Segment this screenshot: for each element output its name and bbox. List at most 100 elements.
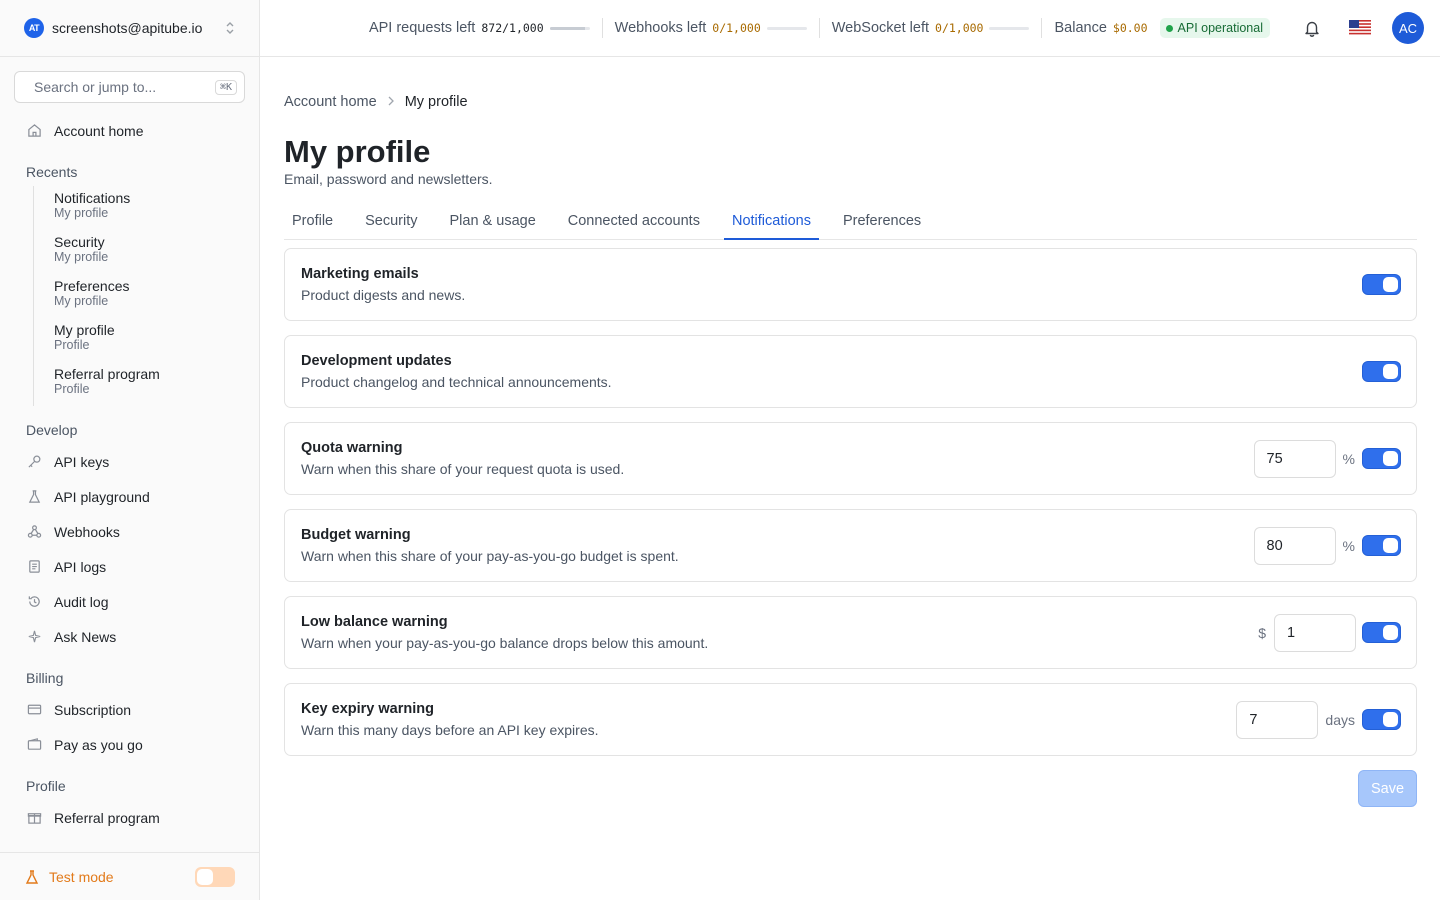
- gift-icon: [26, 810, 42, 826]
- sidebar-item-label: Account home: [54, 122, 144, 139]
- quota-warning-card: Quota warning Warn when this share of yo…: [284, 422, 1417, 495]
- balance-stat: Balance $0.00: [1042, 20, 1159, 36]
- card-title: Marketing emails: [301, 266, 419, 282]
- notifications-button[interactable]: [1294, 10, 1330, 46]
- top-bar: API requests left 872/1,000 Webhooks lef…: [260, 0, 1440, 57]
- key-expiry-days-input[interactable]: [1236, 700, 1319, 739]
- recents-list: Notifications My profile Security My profi…: [33, 186, 259, 406]
- sidebar-item-label: API logs: [54, 558, 107, 575]
- tab-preferences[interactable]: Preferences: [835, 205, 929, 240]
- sidebar-item-account-home[interactable]: Account home: [0, 113, 259, 148]
- wallet-icon: [26, 737, 42, 753]
- user-avatar[interactable]: AC: [1392, 12, 1424, 44]
- sidebar-item-api-keys[interactable]: API keys: [0, 444, 259, 479]
- marketing-emails-toggle[interactable]: [1362, 274, 1401, 295]
- recent-item-my-profile[interactable]: My profile Profile: [54, 318, 259, 362]
- search-box[interactable]: ⌘K: [14, 71, 245, 103]
- test-mode-toggle[interactable]: [195, 866, 235, 887]
- stat-label: WebSocket left: [831, 20, 930, 36]
- breadcrumb: Account home My profile: [284, 94, 1417, 110]
- api-requests-stat: API requests left 872/1,000: [357, 20, 602, 36]
- section-label-billing: Billing: [26, 670, 64, 686]
- recent-title: Preferences: [54, 278, 130, 294]
- search-shortcut: ⌘K: [215, 79, 238, 95]
- websocket-stat: WebSocket left 0/1,000: [820, 20, 1042, 36]
- section-label-profile: Profile: [26, 778, 66, 794]
- marketing-emails-card: Marketing emails Product digests and new…: [284, 248, 1417, 321]
- recent-subtitle: My profile: [54, 250, 109, 264]
- sidebar-item-label: Ask News: [54, 628, 117, 645]
- sidebar-item-pay-as-you-go[interactable]: Pay as you go: [0, 727, 259, 762]
- recent-title: Referral program: [54, 366, 160, 382]
- recent-item-preferences[interactable]: Preferences My profile: [54, 274, 259, 318]
- card-description: Product changelog and technical announce…: [301, 374, 612, 390]
- sidebar-item-label: API keys: [54, 453, 110, 470]
- currency-prefix: $: [1258, 624, 1266, 641]
- card-title: Key expiry warning: [301, 701, 434, 717]
- account-switcher[interactable]: AT screenshots@apitube.io: [0, 0, 259, 57]
- development-updates-card: Development updates Product changelog an…: [284, 335, 1417, 408]
- tab-security[interactable]: Security: [357, 205, 425, 240]
- search-input[interactable]: [34, 79, 215, 95]
- chevron-up-down-icon[interactable]: [225, 20, 235, 36]
- tab-profile[interactable]: Profile: [284, 205, 341, 240]
- flask-icon: [26, 489, 42, 505]
- logs-icon: [26, 559, 42, 575]
- sidebar-item-webhooks[interactable]: Webhooks: [0, 514, 259, 549]
- sidebar-item-label: Referral program: [54, 809, 160, 826]
- recent-subtitle: My profile: [54, 206, 109, 220]
- section-label-recents: Recents: [26, 164, 78, 180]
- unit-label: %: [1342, 450, 1355, 467]
- status-text: API operational: [1177, 21, 1263, 35]
- sidebar-item-audit-log[interactable]: Audit log: [0, 584, 259, 619]
- sidebar-item-api-logs[interactable]: API logs: [0, 549, 259, 584]
- card-description: Warn when your pay-as-you-go balance dro…: [301, 635, 709, 651]
- stat-label: Webhooks left: [614, 20, 707, 36]
- stat-value: 0/1,000: [712, 21, 761, 35]
- recent-item-security[interactable]: Security My profile: [54, 230, 259, 274]
- budget-warning-toggle[interactable]: [1362, 535, 1401, 556]
- quota-threshold-input[interactable]: [1253, 439, 1336, 478]
- main-content: Account home My profile My profile Email…: [284, 57, 1417, 807]
- card-title: Budget warning: [301, 527, 411, 543]
- stat-value: 872/1,000: [481, 21, 544, 35]
- sidebar-item-subscription[interactable]: Subscription: [0, 692, 259, 727]
- low-balance-threshold-input[interactable]: [1274, 613, 1356, 652]
- tab-notifications[interactable]: Notifications: [723, 205, 819, 240]
- save-button[interactable]: Save: [1358, 770, 1417, 807]
- breadcrumb-home-link[interactable]: Account home: [284, 94, 377, 110]
- credit-card-icon: [26, 702, 42, 718]
- sidebar-item-referral-program[interactable]: Referral program: [0, 800, 259, 835]
- low-balance-warning-toggle[interactable]: [1362, 622, 1401, 643]
- card-description: Warn this many days before an API key ex…: [301, 722, 599, 738]
- test-mode-label: Test mode: [24, 869, 195, 885]
- sidebar-item-label: Webhooks: [54, 523, 120, 540]
- recent-subtitle: Profile: [54, 382, 90, 396]
- key-expiry-warning-card: Key expiry warning Warn this many days b…: [284, 683, 1417, 756]
- language-button[interactable]: [1342, 10, 1378, 46]
- quota-warning-toggle[interactable]: [1362, 448, 1401, 469]
- sidebar-item-label: Audit log: [54, 593, 109, 610]
- notification-settings: Marketing emails Product digests and new…: [284, 248, 1417, 756]
- home-icon: [26, 123, 42, 139]
- development-updates-toggle[interactable]: [1362, 361, 1401, 382]
- card-description: Warn when this share of your pay-as-you-…: [301, 548, 679, 564]
- tab-plan-usage[interactable]: Plan & usage: [442, 205, 544, 240]
- budget-threshold-input[interactable]: [1253, 526, 1336, 565]
- recent-title: Notifications: [54, 190, 131, 206]
- profile-tabs: Profile Security Plan & usage Connected …: [284, 205, 1417, 240]
- key-expiry-warning-toggle[interactable]: [1362, 709, 1401, 730]
- key-icon: [26, 454, 42, 470]
- sidebar-item-api-playground[interactable]: API playground: [0, 479, 259, 514]
- budget-warning-card: Budget warning Warn when this share of y…: [284, 509, 1417, 582]
- tab-connected-accounts[interactable]: Connected accounts: [560, 205, 708, 240]
- us-flag-icon: [1349, 20, 1371, 36]
- sidebar-item-ask-news[interactable]: Ask News: [0, 619, 259, 654]
- recent-item-referral-program[interactable]: Referral program Profile: [54, 362, 259, 406]
- status-badge[interactable]: API operational: [1159, 18, 1270, 38]
- progress-fill: [549, 26, 585, 30]
- recent-item-notifications[interactable]: Notifications My profile: [54, 186, 259, 230]
- recent-title: Security: [54, 234, 105, 250]
- stat-label: Balance: [1054, 20, 1107, 36]
- flask-icon: [25, 869, 39, 884]
